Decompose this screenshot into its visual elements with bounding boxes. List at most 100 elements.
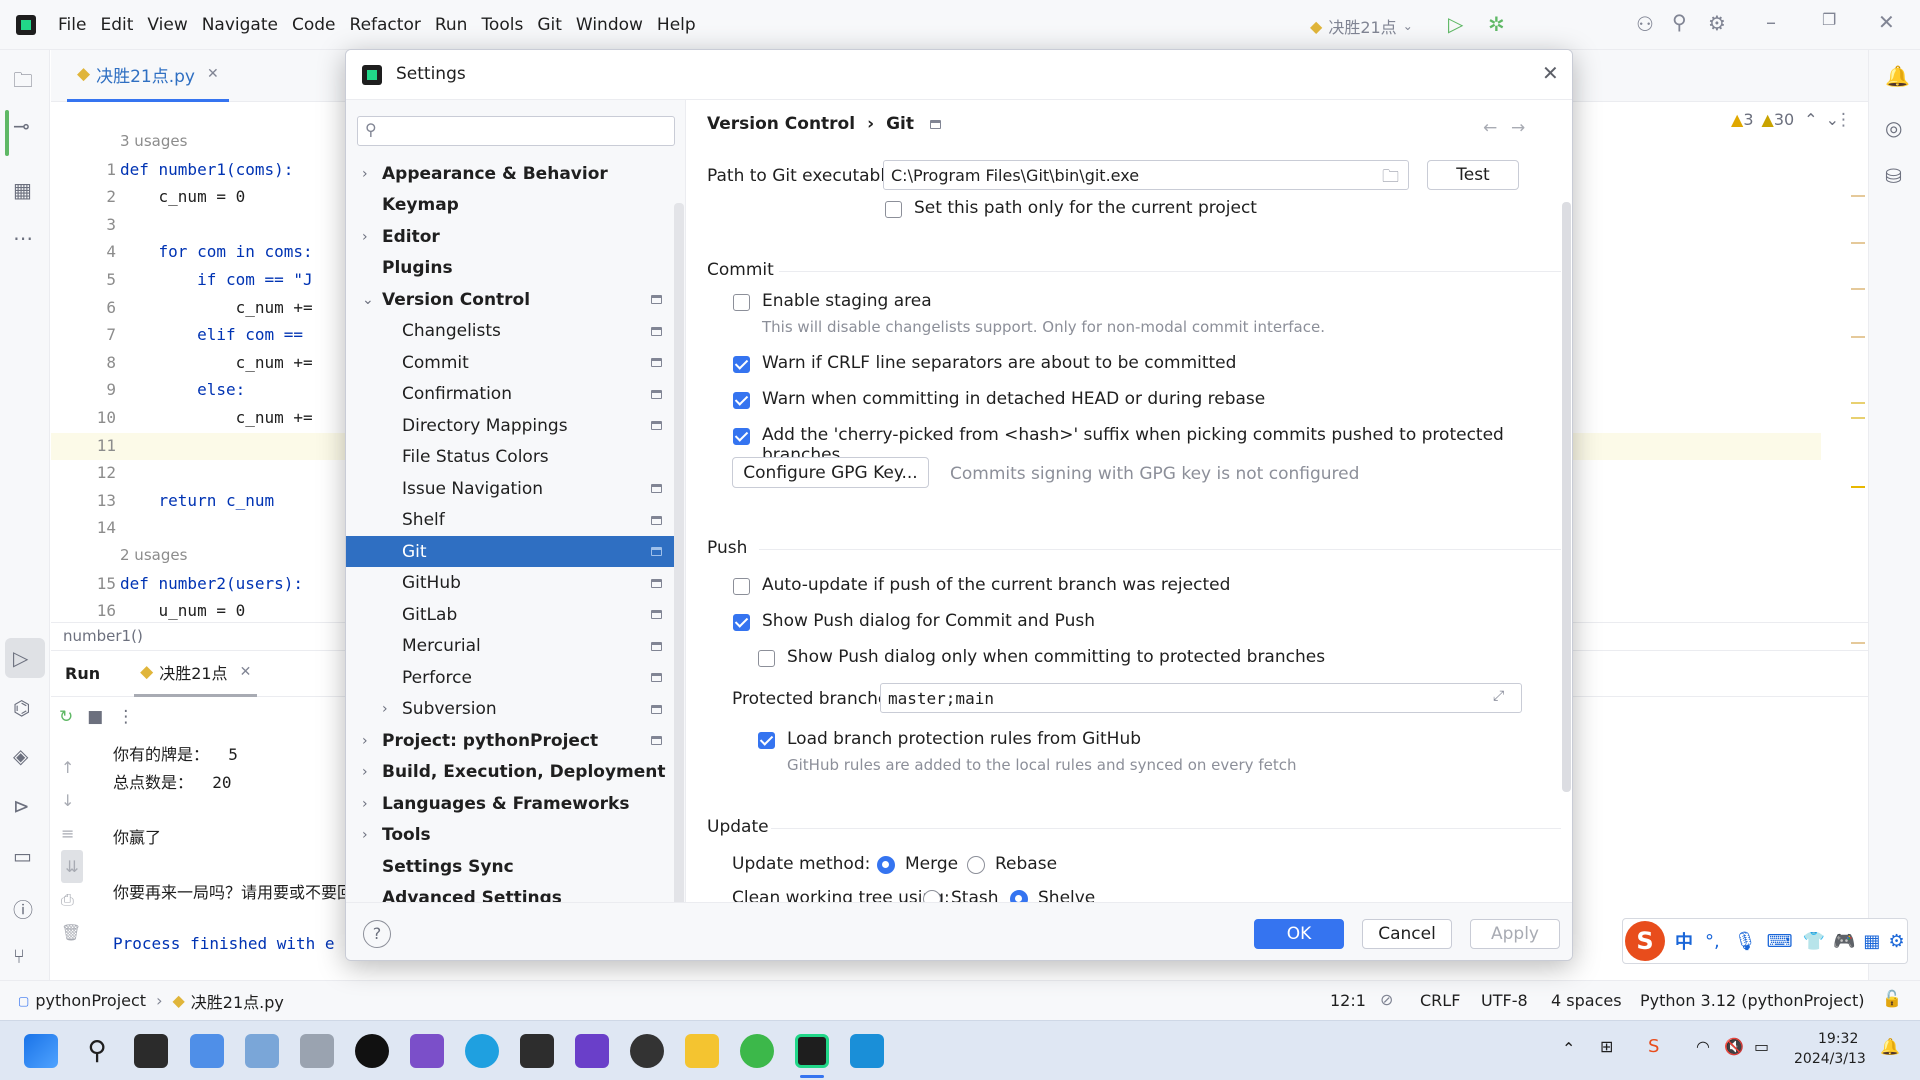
more-icon[interactable]: ⋯ bbox=[13, 226, 33, 250]
sogou-logo-icon[interactable]: S bbox=[1625, 921, 1665, 961]
minimize-icon[interactable]: – bbox=[1766, 10, 1776, 34]
code-line[interactable]: 5 if com == "J bbox=[51, 270, 341, 297]
python-console-icon[interactable]: ⌬ bbox=[13, 696, 30, 720]
nav-item-confirmation[interactable]: Confirmation bbox=[346, 379, 674, 410]
code-line[interactable]: 10 c_num += bbox=[51, 408, 341, 435]
stop-icon[interactable]: ■ bbox=[87, 707, 103, 727]
code-line[interactable]: 4 for com in coms: bbox=[51, 242, 341, 269]
battery-icon[interactable]: ▭ bbox=[1754, 1037, 1769, 1056]
structure-icon[interactable]: ▦ bbox=[13, 178, 32, 202]
more-vertical-icon[interactable]: ⋮ bbox=[117, 707, 134, 727]
inspection-widget[interactable]: ▲ 3 ▲ 30 ⌃ ⌄ bbox=[1731, 110, 1839, 129]
nav-item-git[interactable]: Git bbox=[346, 536, 674, 567]
status-file[interactable]: 决胜21点.py bbox=[191, 989, 284, 1013]
layers-icon[interactable]: ◈ bbox=[13, 744, 28, 768]
breadcrumb-parent[interactable]: Version Control bbox=[707, 114, 855, 134]
code-line[interactable]: 8 c_num += bbox=[51, 353, 341, 380]
nav-item-changelists[interactable]: Changelists bbox=[346, 316, 674, 347]
git-path-input[interactable]: C:\Program Files\Git\bin\git.exe 🗀 bbox=[883, 160, 1409, 190]
menu-file[interactable]: File bbox=[58, 15, 86, 35]
status-project[interactable]: pythonProject bbox=[35, 991, 146, 1010]
cancel-button[interactable]: Cancel bbox=[1362, 919, 1452, 949]
nav-item-settings-sync[interactable]: Settings Sync bbox=[346, 851, 674, 882]
problems-icon[interactable]: ⓘ bbox=[13, 894, 33, 923]
search-icon[interactable]: ⚲ bbox=[1672, 10, 1687, 34]
restore-icon[interactable]: ❐ bbox=[1822, 10, 1836, 29]
show-push-protected-checkbox[interactable] bbox=[758, 650, 775, 667]
keyboard-icon[interactable]: ⌨ bbox=[1767, 931, 1793, 952]
code-lines[interactable]: 3 usages 1 def number1(coms): 2 c_num = 034… bbox=[51, 102, 341, 648]
usages-hint[interactable]: 2 usages bbox=[51, 546, 341, 573]
code-line[interactable]: 1 def number1(coms): bbox=[51, 160, 341, 187]
nav-item-project-pythonproject[interactable]: › Project: pythonProject bbox=[346, 725, 674, 756]
status-indent[interactable]: 4 spaces bbox=[1551, 991, 1622, 1010]
menu-tools[interactable]: Tools bbox=[481, 15, 523, 35]
settings-app-icon[interactable] bbox=[300, 1034, 334, 1068]
menu-refactor[interactable]: Refactor bbox=[350, 15, 421, 35]
nav-item-plugins[interactable]: Plugins bbox=[346, 253, 674, 284]
menu-view[interactable]: View bbox=[147, 15, 187, 35]
app-icon-1[interactable] bbox=[190, 1034, 224, 1068]
crlf-checkbox[interactable] bbox=[733, 356, 750, 373]
nav-item-keymap[interactable]: Keymap bbox=[346, 190, 674, 221]
chevron-right-icon[interactable]: › bbox=[362, 166, 368, 182]
stash-radio[interactable] bbox=[923, 890, 941, 902]
notepad-app-icon[interactable] bbox=[850, 1034, 884, 1068]
run-config-selector[interactable]: ◆ 决胜21点 ⌄ bbox=[1310, 14, 1413, 38]
code-app-icon[interactable] bbox=[575, 1034, 609, 1068]
dell-app-icon[interactable] bbox=[355, 1034, 389, 1068]
inspection-scope-icon[interactable]: ⊘ bbox=[1380, 990, 1393, 1009]
test-button[interactable]: Test bbox=[1427, 160, 1519, 190]
chevron-down-icon[interactable]: ⌄ bbox=[362, 292, 374, 308]
shelve-radio[interactable] bbox=[1010, 890, 1028, 902]
code-line[interactable]: 6 c_num += bbox=[51, 298, 341, 325]
close-tab-icon[interactable]: ✕ bbox=[240, 664, 252, 680]
code-line[interactable]: 12 bbox=[51, 463, 341, 490]
menu-code[interactable]: Code bbox=[292, 15, 336, 35]
nav-item-tools[interactable]: › Tools bbox=[346, 820, 674, 851]
nav-item-languages-frameworks[interactable]: › Languages & Frameworks bbox=[346, 788, 674, 819]
ai-assistant-icon[interactable]: ◎ bbox=[1885, 116, 1902, 140]
debug-icon[interactable]: ✲ bbox=[1488, 12, 1505, 36]
nav-item-shelf[interactable]: Shelf bbox=[346, 505, 674, 536]
run-config-tab[interactable]: ◆ 决胜21点 ✕ bbox=[134, 651, 258, 697]
status-encoding[interactable]: UTF-8 bbox=[1481, 991, 1528, 1010]
code-line[interactable]: 9 else: bbox=[51, 380, 341, 407]
chevron-right-icon[interactable]: › bbox=[362, 229, 368, 245]
nav-item-file-status-colors[interactable]: File Status Colors bbox=[346, 442, 674, 473]
nav-item-subversion[interactable]: › Subversion bbox=[346, 694, 674, 725]
nav-item-commit[interactable]: Commit bbox=[346, 347, 674, 378]
settings-search-input[interactable]: ⚲ bbox=[357, 116, 675, 146]
taskbar-time[interactable]: 19:32 bbox=[1818, 1031, 1858, 1047]
tray-sogou-icon[interactable]: S bbox=[1648, 1036, 1659, 1057]
show-push-checkbox[interactable] bbox=[733, 614, 750, 631]
code-line[interactable]: 15 def number2(users): bbox=[51, 574, 341, 601]
chevron-up-icon[interactable]: ⌃ bbox=[1804, 110, 1817, 129]
commit-icon[interactable]: ⊸ bbox=[13, 114, 30, 138]
edge-browser-icon[interactable] bbox=[465, 1034, 499, 1068]
chevron-right-icon[interactable]: › bbox=[362, 764, 368, 780]
menu-git[interactable]: Git bbox=[537, 15, 562, 35]
taskbar-date[interactable]: 2024/3/13 bbox=[1794, 1051, 1866, 1067]
content-scrollbar[interactable] bbox=[1562, 202, 1571, 792]
microphone-icon[interactable]: 🎙 bbox=[1734, 931, 1757, 952]
configure-gpg-button[interactable]: Configure GPG Key... bbox=[732, 457, 929, 488]
nav-item-issue-navigation[interactable]: Issue Navigation bbox=[346, 473, 674, 504]
detached-head-checkbox[interactable] bbox=[733, 392, 750, 409]
back-arrow-icon[interactable]: ← bbox=[1483, 118, 1497, 138]
pycharm-taskbar-icon[interactable] bbox=[795, 1034, 829, 1068]
status-line-separator[interactable]: CRLF bbox=[1420, 991, 1460, 1010]
help-icon[interactable]: ? bbox=[363, 920, 391, 948]
nav-item-github[interactable]: GitHub bbox=[346, 568, 674, 599]
code-breadcrumb[interactable]: number1() bbox=[63, 627, 143, 645]
volume-muted-icon[interactable]: 🔇 bbox=[1724, 1037, 1744, 1056]
notification-bell-icon[interactable]: 🔔 bbox=[1880, 1037, 1900, 1056]
nav-item-perforce[interactable]: Perforce bbox=[346, 662, 674, 693]
nav-scrollbar[interactable] bbox=[674, 203, 684, 953]
wifi-icon[interactable]: ◠ bbox=[1696, 1037, 1710, 1056]
close-window-icon[interactable]: ✕ bbox=[1878, 10, 1895, 34]
code-line[interactable]: 7 elif com == bbox=[51, 325, 341, 352]
gear-icon[interactable]: ⚙ bbox=[1708, 11, 1726, 35]
chevron-right-icon[interactable]: › bbox=[362, 796, 368, 812]
tray-ime-icon[interactable]: ⊞ bbox=[1600, 1037, 1613, 1056]
